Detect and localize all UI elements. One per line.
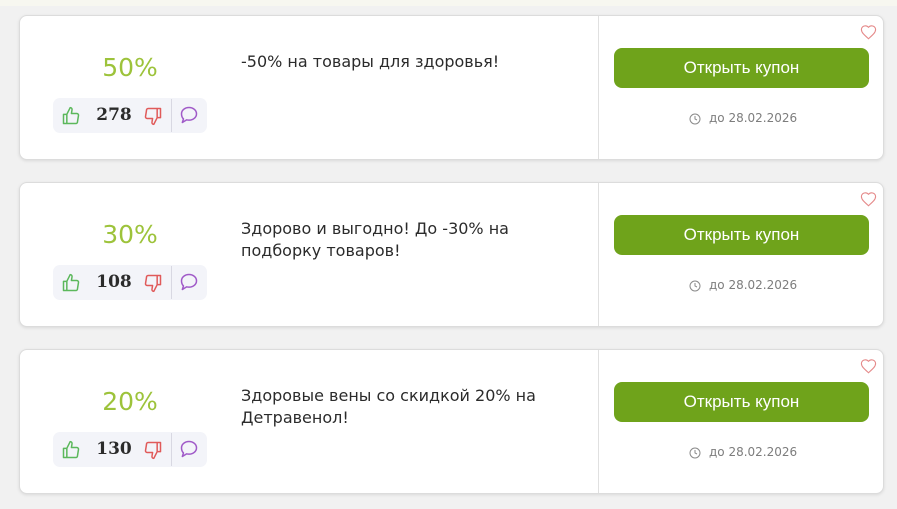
vote-count: 130 [96, 439, 132, 459]
thumbs-up-icon[interactable] [61, 106, 81, 126]
comment-icon[interactable] [179, 105, 199, 125]
thumbs-down-icon[interactable] [143, 106, 163, 126]
thumbs-down-icon[interactable] [143, 273, 163, 293]
open-coupon-button[interactable]: Открыть купон [614, 382, 869, 422]
coupon-left: 30% 108 [20, 183, 240, 326]
coupon-description: Здоровые вены со скидкой 20% на Детравен… [241, 386, 536, 427]
vote-count: 108 [96, 272, 132, 292]
open-coupon-button[interactable]: Открыть купон [614, 48, 869, 88]
clock-icon [689, 447, 701, 459]
coupon-left: 20% 130 [20, 350, 240, 493]
heart-icon[interactable] [860, 358, 877, 374]
expiry-date: до 28.02.2026 [709, 445, 798, 459]
vote-count: 278 [96, 105, 132, 125]
expiry-date: до 28.02.2026 [709, 278, 798, 292]
comment-icon[interactable] [179, 272, 199, 292]
discount-value: 20% [102, 387, 158, 416]
top-strip [0, 0, 897, 6]
clock-icon [689, 280, 701, 292]
coupon-left: 50% 278 [20, 16, 240, 159]
coupon-description: Здорово и выгодно! До -30% на подборку т… [241, 219, 509, 260]
thumbs-up-icon[interactable] [61, 273, 81, 293]
vote-divider [171, 433, 172, 466]
heart-icon[interactable] [860, 191, 877, 207]
thumbs-down-icon[interactable] [143, 440, 163, 460]
coupon-card: 30% 108 Здорово и выгодно! До -30% на по… [19, 182, 884, 327]
discount-value: 30% [102, 220, 158, 249]
expiry-date: до 28.02.2026 [709, 111, 798, 125]
vote-panel: 278 [53, 98, 207, 133]
thumbs-up-icon[interactable] [61, 440, 81, 460]
vote-divider [171, 266, 172, 299]
clock-icon [689, 113, 701, 125]
card-divider [598, 350, 599, 493]
vote-panel: 108 [53, 265, 207, 300]
vote-divider [171, 99, 172, 132]
open-coupon-button[interactable]: Открыть купон [614, 215, 869, 255]
coupon-card: 50% 278 -50% на товары для здоровья! Отк… [19, 15, 884, 160]
coupon-description: -50% на товары для здоровья! [241, 52, 500, 71]
vote-panel: 130 [53, 432, 207, 467]
card-divider [598, 183, 599, 326]
discount-value: 50% [102, 53, 158, 82]
coupon-card: 20% 130 Здоровые вены со скидкой 20% на … [19, 349, 884, 494]
comment-icon[interactable] [179, 439, 199, 459]
card-divider [598, 16, 599, 159]
heart-icon[interactable] [860, 24, 877, 40]
